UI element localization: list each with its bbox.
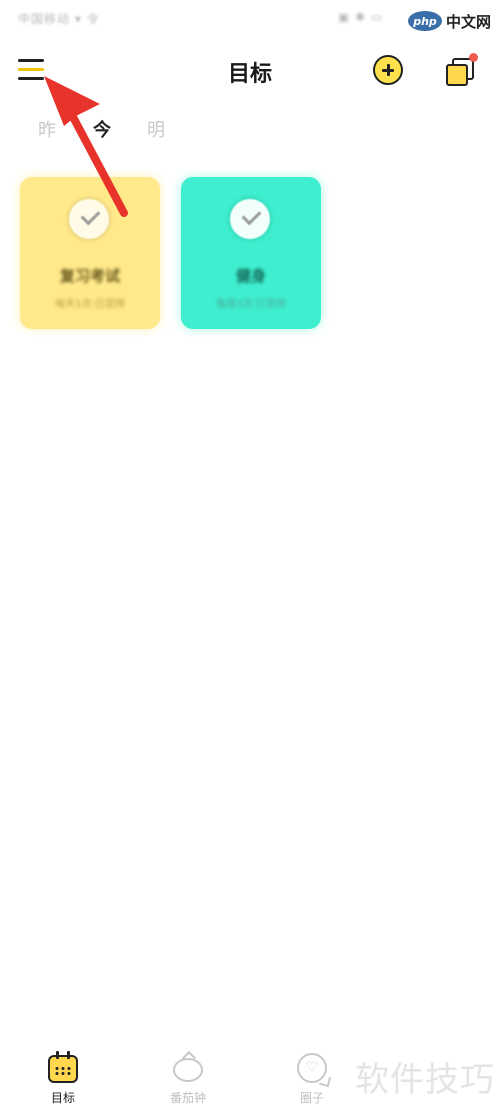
add-goal-button[interactable] <box>373 55 403 85</box>
check-icon[interactable] <box>230 199 270 239</box>
php-logo: php <box>408 11 442 31</box>
annotation-arrow <box>44 76 128 217</box>
nav-item-goals[interactable]: 目标 <box>28 1050 98 1106</box>
tomato-icon <box>170 1050 206 1086</box>
watermark-text: 中文网 <box>446 12 492 31</box>
status-icons: ▣ ✱ ▭ <box>338 10 384 24</box>
nav-label: 目标 <box>50 1091 75 1105</box>
nav-item-pomodoro[interactable]: 番茄钟 <box>153 1050 223 1106</box>
tab-yesterday[interactable]: 昨 <box>38 116 56 142</box>
goal-card[interactable]: 健身 每周3次·已坚持 <box>181 177 321 329</box>
copy-icon[interactable] <box>442 50 480 90</box>
heart-chat-icon: ♡ <box>294 1050 332 1088</box>
goal-card[interactable]: 复习考试 每天1次·已坚持 <box>20 177 160 329</box>
calendar-icon <box>45 1050 81 1086</box>
page-title: 目标 <box>227 62 272 87</box>
notification-dot <box>469 53 478 62</box>
nav-item-circle[interactable]: ♡ 圈子 <box>277 1050 347 1106</box>
goal-subtitle: 每周3次·已坚持 <box>216 299 286 310</box>
goal-name: 健身 <box>235 267 266 285</box>
carrier-signal: 中国移动 ▾ 令 <box>18 12 100 26</box>
goal-subtitle: 每天1次·已坚持 <box>55 299 125 310</box>
goal-name: 复习考试 <box>59 267 120 285</box>
tab-today[interactable]: 今 <box>93 116 111 142</box>
site-watermark: php 中文网 <box>408 8 491 34</box>
day-tabs: 昨 今 明 <box>0 110 500 146</box>
nav-label: 圈子 <box>299 1091 324 1105</box>
watermark-bottom: 软件技巧 <box>355 1060 495 1100</box>
header: 目标 <box>0 42 500 98</box>
nav-label: 番茄钟 <box>169 1091 206 1105</box>
tab-tomorrow[interactable]: 明 <box>147 116 165 142</box>
check-icon[interactable] <box>69 199 109 239</box>
